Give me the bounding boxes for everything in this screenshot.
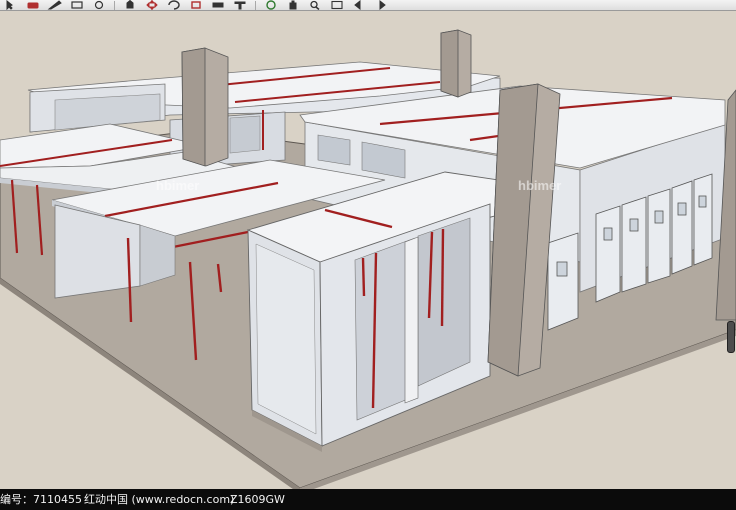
model-viewport[interactable]: hbimer hbimer xyxy=(0,11,736,489)
offset-tool-button[interactable] xyxy=(185,0,207,10)
next-view-icon xyxy=(379,0,386,10)
orbit-tool-button[interactable] xyxy=(260,0,282,10)
booth-door xyxy=(647,188,671,284)
pan-tool-button[interactable] xyxy=(282,0,304,10)
push-pull-icon xyxy=(126,0,134,9)
zoom-extents-icon xyxy=(331,0,343,10)
zoom-extents-tool-button[interactable] xyxy=(326,0,348,10)
front-booth-post xyxy=(404,236,419,404)
booth-door xyxy=(693,173,713,266)
front-booth-left-inset xyxy=(255,243,317,435)
booth-window xyxy=(629,218,639,232)
red-column xyxy=(361,257,366,297)
inner-wall-door xyxy=(229,115,261,154)
previous-view-tool-button[interactable] xyxy=(348,0,370,10)
booth-window xyxy=(698,195,707,208)
booth-door xyxy=(547,232,579,331)
booth-window xyxy=(556,261,568,277)
building-model: hbimer hbimer xyxy=(0,29,736,489)
text-icon xyxy=(234,1,246,10)
tape-tool-button[interactable] xyxy=(207,0,229,10)
booth-window xyxy=(603,227,613,241)
toolbar-separator xyxy=(114,0,115,10)
booth-door xyxy=(671,180,693,275)
watermark: hbimer xyxy=(156,178,199,193)
eraser-icon xyxy=(27,2,39,9)
pencil-tool-button[interactable] xyxy=(44,0,66,10)
move-icon xyxy=(146,0,158,10)
previous-view-icon xyxy=(354,0,361,10)
id-text: 编号：7110455 xyxy=(0,493,82,506)
text-tool-button[interactable] xyxy=(229,0,251,10)
site-text: 红动中国 (www.redocn.com) xyxy=(84,493,235,506)
booth-door xyxy=(621,196,647,293)
pan-icon xyxy=(289,0,297,10)
zoom-tool-button[interactable] xyxy=(304,0,326,10)
viewport-scroll-handle[interactable] xyxy=(727,321,735,353)
next-view-tool-button[interactable] xyxy=(370,0,392,10)
booth-window xyxy=(677,202,687,216)
pencil-icon xyxy=(47,0,62,10)
select-icon xyxy=(6,0,13,10)
offset-icon xyxy=(191,1,201,9)
rectangle-tool-button[interactable] xyxy=(66,0,88,10)
orbit-icon xyxy=(266,0,276,10)
pillar xyxy=(440,29,472,98)
booth-window xyxy=(654,210,664,224)
toolbar xyxy=(0,0,736,11)
pillar xyxy=(181,47,229,167)
zoom-icon xyxy=(310,0,320,10)
rectangle-icon xyxy=(71,1,83,9)
rotate-icon xyxy=(168,0,180,10)
circle-icon xyxy=(94,0,104,10)
circle-tool-button[interactable] xyxy=(88,0,110,10)
red-column xyxy=(440,228,445,327)
booth-door xyxy=(595,205,621,303)
rotate-tool-button[interactable] xyxy=(163,0,185,10)
middle-wall-dark xyxy=(139,224,176,287)
push-pull-tool-button[interactable] xyxy=(119,0,141,10)
tape-icon xyxy=(212,2,224,8)
watermark: hbimer xyxy=(518,178,561,193)
statusbar: 编号：7110455 红动中国 (www.redocn.com) Z1609GW xyxy=(0,489,736,510)
select-tool-button[interactable] xyxy=(0,0,22,10)
move-tool-button[interactable] xyxy=(141,0,163,10)
code-text: Z1609GW xyxy=(230,493,285,506)
eraser-tool-button[interactable] xyxy=(22,0,44,10)
right-window-1 xyxy=(317,134,351,166)
toolbar-separator xyxy=(255,0,256,10)
